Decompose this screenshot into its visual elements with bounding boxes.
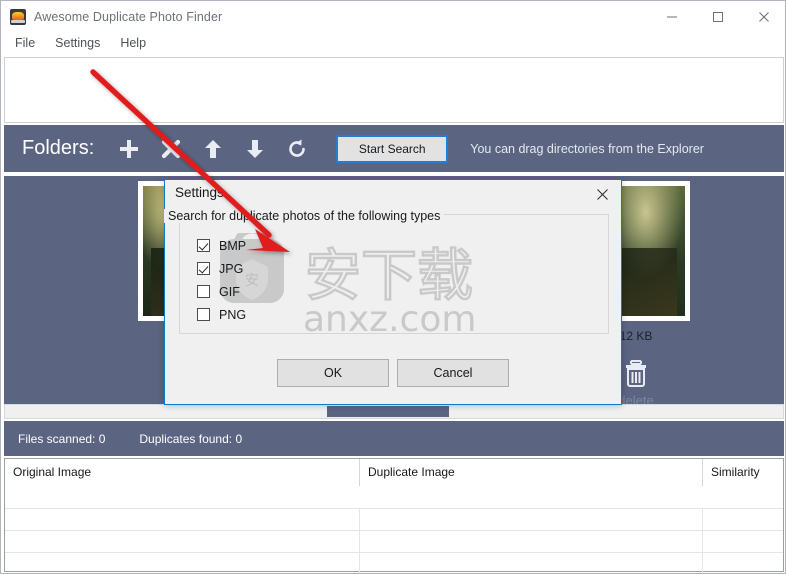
column-header-duplicate-image[interactable]: Duplicate Image xyxy=(359,459,702,486)
maximize-icon[interactable] xyxy=(695,1,741,32)
results-table[interactable]: Original Image Duplicate Image Similarit… xyxy=(4,458,784,573)
dialog-title: Settings xyxy=(175,185,224,200)
checkbox-row-png[interactable]: PNG xyxy=(197,303,246,326)
ok-button[interactable]: OK xyxy=(277,359,389,387)
table-header-underfill xyxy=(5,486,783,508)
application-window: Awesome Duplicate Photo Finder File Sett… xyxy=(0,0,786,574)
table-cell xyxy=(5,553,359,573)
checkbox-label-png: PNG xyxy=(219,307,247,322)
table-cell xyxy=(702,531,783,552)
checkbox-label-bmp: BMP xyxy=(219,238,247,253)
table-row[interactable] xyxy=(5,530,783,552)
window-controls xyxy=(649,1,785,32)
folders-label: Folders: xyxy=(22,137,95,159)
duplicates-found-label: Duplicates found: 0 xyxy=(139,431,243,446)
title-bar: Awesome Duplicate Photo Finder xyxy=(1,1,785,32)
checkbox-row-gif[interactable]: GIF xyxy=(197,280,246,303)
table-cell xyxy=(359,553,702,573)
menu-item-file[interactable]: File xyxy=(5,32,45,54)
menu-item-help[interactable]: Help xyxy=(110,32,156,54)
checkbox-png[interactable] xyxy=(197,308,210,321)
app-flame-icon xyxy=(10,8,26,25)
file-types-legend: Search for duplicate photos of the follo… xyxy=(164,209,445,223)
plus-icon[interactable] xyxy=(108,129,150,169)
table-cell xyxy=(359,531,702,552)
column-header-original-image[interactable]: Original Image xyxy=(5,459,359,486)
menu-item-settings[interactable]: Settings xyxy=(45,32,110,54)
table-header-row: Original Image Duplicate Image Similarit… xyxy=(5,459,783,486)
table-row[interactable] xyxy=(5,508,783,530)
remove-x-icon[interactable] xyxy=(150,129,192,169)
menu-bar: File Settings Help xyxy=(1,32,785,54)
table-row[interactable] xyxy=(5,552,783,573)
window-title: Awesome Duplicate Photo Finder xyxy=(34,9,223,24)
preview-horizontal-scrollbar[interactable] xyxy=(4,404,784,419)
scrollbar-thumb[interactable] xyxy=(327,406,449,417)
dialog-close-icon[interactable] xyxy=(583,180,621,208)
table-cell xyxy=(5,509,359,530)
arrow-up-icon[interactable] xyxy=(192,129,234,169)
status-bar: Files scanned: 0 Duplicates found: 0 xyxy=(4,421,784,456)
checkbox-row-bmp[interactable]: BMP xyxy=(197,234,246,257)
checkbox-bmp[interactable] xyxy=(197,239,210,252)
checkbox-label-jpg: JPG xyxy=(219,261,244,276)
table-cell xyxy=(702,509,783,530)
table-cell xyxy=(5,531,359,552)
arrow-down-icon[interactable] xyxy=(234,129,276,169)
checkbox-label-gif: GIF xyxy=(219,284,240,299)
refresh-icon[interactable] xyxy=(276,129,318,169)
checkbox-row-jpg[interactable]: JPG xyxy=(197,257,246,280)
cancel-button[interactable]: Cancel xyxy=(397,359,509,387)
folders-toolbar: Folders: Start Search You can drag direc… xyxy=(4,125,784,172)
checkbox-jpg[interactable] xyxy=(197,262,210,275)
files-scanned-label: Files scanned: 0 xyxy=(18,431,106,446)
column-header-similarity[interactable]: Similarity xyxy=(702,459,783,486)
table-cell xyxy=(359,509,702,530)
drag-hint-label: You can drag directories from the Explor… xyxy=(470,141,704,156)
table-cell xyxy=(702,553,783,573)
close-icon[interactable] xyxy=(741,1,785,32)
folder-list[interactable] xyxy=(4,57,784,123)
start-search-button[interactable]: Start Search xyxy=(336,134,449,163)
minimize-icon[interactable] xyxy=(649,1,695,32)
checkbox-gif[interactable] xyxy=(197,285,210,298)
file-type-checkbox-list: BMP JPG GIF PNG xyxy=(197,234,246,326)
